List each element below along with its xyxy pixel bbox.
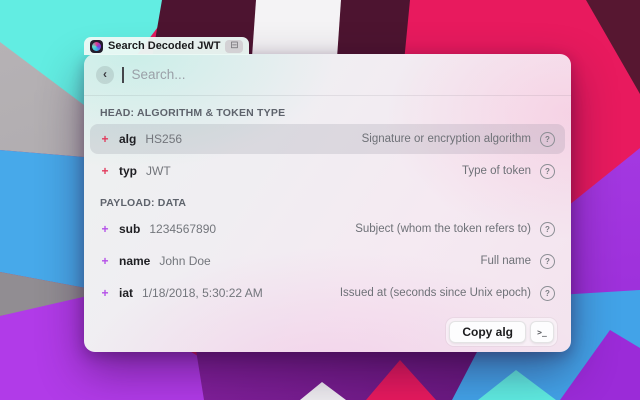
desktop: Search Decoded JWT HEAD: ALGORITHM & TOK… — [0, 0, 640, 400]
section-header-head: HEAD: ALGORITHM & TOKEN TYPE — [84, 98, 571, 124]
claim-description: Issued at (seconds since Unix epoch) — [340, 287, 531, 299]
action-bar: Copy alg >_ — [446, 318, 557, 346]
claim-value: 1/18/2018, 5:30:22 AM — [142, 286, 263, 300]
text-cursor — [122, 67, 124, 83]
list-item-name[interactable]: + name John Doe Full name — [90, 246, 565, 276]
plus-icon: + — [100, 254, 110, 268]
plus-icon: + — [100, 286, 110, 300]
help-icon[interactable] — [540, 164, 555, 179]
copy-alg-button[interactable]: Copy alg — [449, 321, 526, 343]
list-item-alg[interactable]: + alg HS256 Signature or encryption algo… — [90, 124, 565, 154]
claim-description: Subject (whom the token refers to) — [355, 223, 531, 235]
shortcut-keycap: >_ — [530, 321, 554, 343]
pin-window-icon[interactable] — [225, 40, 243, 53]
claim-value: 1234567890 — [149, 222, 216, 236]
claim-key: typ — [119, 164, 137, 178]
list-item-iat[interactable]: + iat 1/18/2018, 5:30:22 AM Issued at (s… — [90, 278, 565, 308]
claim-description: Signature or encryption algorithm — [362, 133, 531, 145]
claim-value: HS256 — [145, 132, 182, 146]
list-item-sub[interactable]: + sub 1234567890 Subject (whom the token… — [90, 214, 565, 244]
section-header-payload: PAYLOAD: DATA — [84, 188, 571, 214]
list-item-typ[interactable]: + typ JWT Type of token — [90, 156, 565, 186]
claim-value: John Doe — [159, 254, 210, 268]
help-icon[interactable] — [540, 222, 555, 237]
back-button[interactable] — [96, 66, 114, 84]
search-bar — [84, 54, 571, 95]
tab-title: Search Decoded JWT — [108, 40, 220, 52]
claim-key: name — [119, 254, 150, 268]
section-head: HEAD: ALGORITHM & TOKEN TYPE + alg HS256… — [84, 98, 571, 186]
claim-description: Type of token — [462, 165, 531, 177]
claim-key: iat — [119, 286, 133, 300]
jwt-extension-icon — [90, 40, 103, 53]
claim-key: sub — [119, 222, 140, 236]
help-icon[interactable] — [540, 286, 555, 301]
launcher-window: HEAD: ALGORITHM & TOKEN TYPE + alg HS256… — [84, 54, 571, 352]
plus-icon: + — [100, 222, 110, 236]
search-input[interactable] — [132, 67, 560, 82]
section-payload: PAYLOAD: DATA + sub 1234567890 Subject (… — [84, 188, 571, 308]
help-icon[interactable] — [540, 132, 555, 147]
claim-key: alg — [119, 132, 136, 146]
claim-value: JWT — [146, 164, 171, 178]
extension-tab[interactable]: Search Decoded JWT — [84, 37, 249, 55]
plus-icon: + — [100, 164, 110, 178]
result-list: HEAD: ALGORITHM & TOKEN TYPE + alg HS256… — [84, 96, 571, 308]
claim-description: Full name — [481, 255, 532, 267]
help-icon[interactable] — [540, 254, 555, 269]
plus-icon: + — [100, 132, 110, 146]
